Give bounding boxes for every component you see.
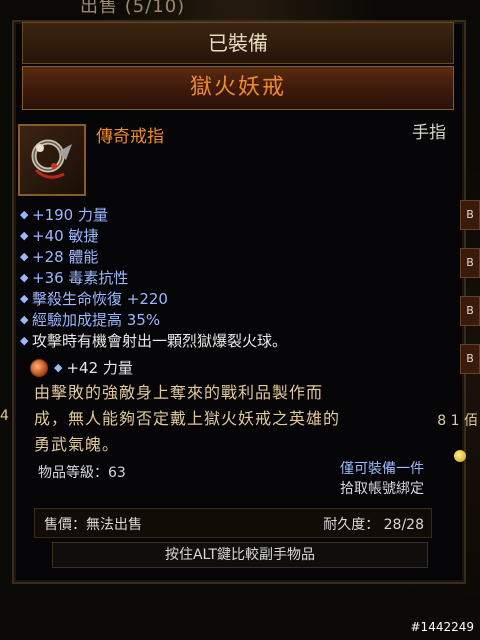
side-tab[interactable]: B (460, 248, 480, 278)
flavor-text: 由擊敗的強敵身上奪來的戰利品製作而 成，無人能夠否定戴上獄火妖戒之英雄的 勇武氣… (34, 380, 434, 458)
item-level: 物品等級：63 (38, 465, 126, 481)
stat-row: ◆ +28 體能 (20, 246, 440, 267)
top-caption: 出售 (5/10) (80, 0, 186, 17)
diamond-bullet-icon: ◆ (20, 208, 29, 221)
diamond-bullet-icon: ◆ (20, 313, 29, 326)
item-slot-label: 手指 (412, 123, 446, 143)
stat-text: +190 力量 (32, 206, 108, 224)
gold-coin-icon (454, 450, 466, 462)
side-fragment-left: 4 (0, 408, 9, 424)
stat-row: ◆ 擊殺生命恢復 +220 (20, 288, 440, 309)
stat-text: +40 敏捷 (32, 227, 99, 245)
stat-row: ◆ 經驗加成提高 35% (20, 309, 440, 330)
diamond-bullet-icon: ◆ (20, 334, 29, 347)
stat-row: ◆ +190 力量 (20, 204, 440, 225)
side-tab[interactable]: B (460, 200, 480, 230)
side-fragment-right: 8 1 佰 (437, 413, 478, 429)
durability: 耐久度： 28/28 (323, 517, 424, 533)
diamond-bullet-icon: ◆ (20, 292, 29, 305)
diamond-bullet-icon: ◆ (20, 271, 29, 284)
diamond-bullet-icon: ◆ (54, 361, 63, 374)
side-tab[interactable]: B (460, 344, 480, 374)
diamond-bullet-icon: ◆ (20, 250, 29, 263)
stat-text: 擊殺生命恢復 +220 (32, 290, 168, 308)
item-name-header: 獄火妖戒 (22, 66, 454, 110)
stat-row: ◆ +40 敏捷 (20, 225, 440, 246)
unique-equipped-note: 僅可裝備一件 (340, 461, 424, 477)
flavor-line: 勇武氣魄。 (34, 435, 120, 454)
diamond-bullet-icon: ◆ (20, 229, 29, 242)
sell-value: 售價：無法出售 (44, 517, 142, 533)
stat-text: +28 體能 (32, 248, 99, 266)
socket-gem-row: ◆ +42 力量 (30, 357, 133, 378)
gem-bonus-text: +42 力量 (66, 359, 133, 377)
equipped-header: 已裝備 (22, 22, 454, 64)
stat-list: ◆ +190 力量 ◆ +40 敏捷 ◆ +28 體能 ◆ +36 毒素抗性 ◆… (20, 204, 440, 351)
side-tab[interactable]: B (460, 296, 480, 326)
gem-icon (30, 358, 48, 377)
alt-compare-hint: 按住ALT鍵比較副手物品 (52, 542, 428, 568)
ring-icon (18, 124, 86, 196)
flavor-line: 成，無人能夠否定戴上獄火妖戒之英雄的 (34, 409, 341, 428)
account-bound-note: 拾取帳號綁定 (340, 481, 424, 497)
stat-text: +36 毒素抗性 (32, 269, 129, 287)
stat-text: 經驗加成提高 35% (32, 311, 161, 329)
stat-row: ◆ +36 毒素抗性 (20, 267, 440, 288)
stat-text: 攻擊時有機會射出一顆烈獄爆裂火球。 (32, 332, 288, 350)
item-type-label: 傳奇戒指 (96, 127, 164, 147)
flavor-line: 由擊敗的強敵身上奪來的戰利品製作而 (34, 383, 324, 402)
watermark: #1442249 (410, 620, 475, 634)
stat-row-legendary-power: ◆ 攻擊時有機會射出一顆烈獄爆裂火球。 (20, 330, 440, 351)
